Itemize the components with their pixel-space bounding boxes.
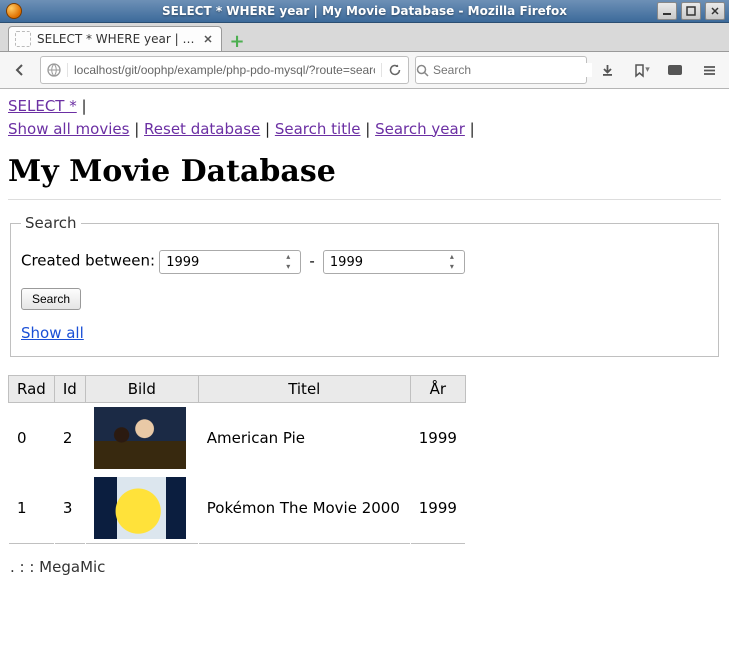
tab-strip: SELECT * WHERE year | My … +	[0, 23, 729, 52]
separator: |	[470, 120, 475, 138]
cell-ar: 1999	[410, 473, 465, 544]
tab-close-icon[interactable]	[201, 32, 215, 46]
new-tab-button[interactable]: +	[226, 31, 248, 51]
cell-rad: 0	[9, 403, 55, 474]
cell-id: 3	[54, 473, 85, 544]
extension-button[interactable]	[661, 56, 689, 84]
url-bar[interactable]	[40, 56, 409, 84]
firefox-icon	[6, 3, 22, 19]
page-content: SELECT * | Show all movies | Reset datab…	[0, 89, 729, 610]
page-title: My Movie Database	[8, 154, 721, 189]
year-to-select[interactable]: 1999 ▴▾	[323, 250, 465, 274]
cell-titel: Pokémon The Movie 2000	[198, 473, 410, 544]
year-to-value: 1999	[330, 255, 363, 270]
window-titlebar: SELECT * WHERE year | My Movie Database …	[0, 0, 729, 23]
table-row: 1 3 Pokémon The Movie 2000 1999	[9, 473, 466, 544]
link-select-all[interactable]: SELECT *	[8, 97, 77, 115]
nav-toolbar: ▾	[0, 52, 729, 89]
hamburger-menu-button[interactable]	[695, 56, 723, 84]
chevron-down-icon: ▾	[645, 65, 650, 75]
search-button[interactable]: Search	[21, 288, 81, 310]
table-header-row: Rad Id Bild Titel År	[9, 376, 466, 403]
cell-id: 2	[54, 403, 85, 474]
nav-links: SELECT * | Show all movies | Reset datab…	[8, 95, 721, 140]
dash: -	[305, 252, 318, 270]
spinner-icon[interactable]: ▴▾	[450, 253, 460, 271]
year-from-value: 1999	[166, 255, 199, 270]
table-row: 0 2 American Pie 1999	[9, 403, 466, 474]
link-search-year[interactable]: Search year	[375, 120, 465, 138]
browser-tab[interactable]: SELECT * WHERE year | My …	[8, 26, 222, 51]
window-title: SELECT * WHERE year | My Movie Database …	[0, 4, 729, 18]
separator: |	[82, 97, 87, 115]
results-table: Rad Id Bild Titel År 0 2 American Pie 19…	[8, 375, 466, 544]
spinner-icon[interactable]: ▴▾	[286, 253, 296, 271]
bookmarks-menu-button[interactable]: ▾	[627, 56, 655, 84]
col-id: Id	[54, 376, 85, 403]
search-fieldset: Search Created between: 1999 ▴▾ - 1999 ▴…	[10, 214, 719, 357]
search-icon	[416, 64, 429, 77]
window-close-button[interactable]	[705, 2, 725, 20]
tab-favicon	[15, 31, 31, 47]
year-from-select[interactable]: 1999 ▴▾	[159, 250, 301, 274]
cell-ar: 1999	[410, 403, 465, 474]
back-button[interactable]	[6, 56, 34, 84]
window-minimize-button[interactable]	[657, 2, 677, 20]
downloads-button[interactable]	[593, 56, 621, 84]
cell-titel: American Pie	[198, 403, 410, 474]
col-rad: Rad	[9, 376, 55, 403]
separator: |	[134, 120, 144, 138]
footer-text: . : : MegaMic	[10, 558, 719, 576]
divider	[8, 199, 721, 200]
separator: |	[365, 120, 375, 138]
tab-label: SELECT * WHERE year | My …	[37, 32, 195, 46]
link-search-title[interactable]: Search title	[275, 120, 361, 138]
search-legend: Search	[21, 214, 81, 232]
link-reset-database[interactable]: Reset database	[144, 120, 260, 138]
col-titel: Titel	[198, 376, 410, 403]
window-maximize-button[interactable]	[681, 2, 701, 20]
col-ar: År	[410, 376, 465, 403]
link-show-all-movies[interactable]: Show all movies	[8, 120, 129, 138]
reload-button[interactable]	[381, 63, 408, 77]
col-bild: Bild	[85, 376, 198, 403]
site-identity-icon[interactable]	[41, 63, 68, 77]
movie-thumbnail	[94, 407, 186, 469]
cell-rad: 1	[9, 473, 55, 544]
movie-thumbnail	[94, 477, 186, 539]
cell-bild	[85, 473, 198, 544]
search-input[interactable]	[429, 63, 592, 77]
search-bar[interactable]	[415, 56, 587, 84]
url-input[interactable]	[68, 63, 381, 77]
between-label: Created between:	[21, 252, 155, 270]
separator: |	[265, 120, 275, 138]
link-show-all[interactable]: Show all	[21, 324, 708, 342]
cell-bild	[85, 403, 198, 474]
